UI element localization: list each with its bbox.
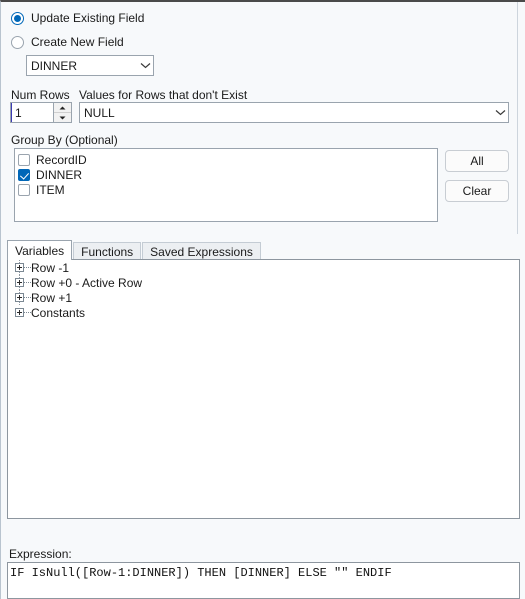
radio-update-existing-field[interactable]: Update Existing Field [11, 11, 144, 25]
plus-box-icon[interactable] [15, 308, 24, 317]
tab-saved-expressions[interactable]: Saved Expressions [142, 242, 261, 260]
values-missing-combo[interactable]: NULL [79, 102, 509, 123]
field-select-combo[interactable]: DINNER [26, 55, 154, 76]
expression-label: Expression: [9, 547, 72, 561]
clear-selection-button[interactable]: Clear [445, 180, 509, 202]
list-item-label: DINNER [36, 167, 83, 182]
tree-node-label: Row +1 [31, 290, 73, 305]
tree-node-label: Row -1 [31, 260, 70, 275]
multi-row-formula-config-panel: Update Existing Field Create New Field D… [0, 0, 525, 599]
values-missing-label: Values for Rows that don't Exist [79, 88, 248, 102]
list-item[interactable]: RecordID [18, 152, 437, 167]
radio-create-new-label: Create New Field [31, 35, 124, 49]
tree-dash [24, 311, 31, 314]
field-select-value: DINNER [31, 58, 78, 73]
expression-text: IF IsNull([Row-1:DINNER]) THEN [DINNER] … [10, 566, 392, 580]
tree-node-label: Row +0 - Active Row [31, 275, 143, 290]
tab-variables[interactable]: Variables [7, 240, 73, 260]
checkbox-item[interactable] [18, 183, 30, 196]
group-by-label: Group By (Optional) [11, 133, 118, 147]
select-all-button[interactable]: All [445, 150, 509, 172]
tab-functions[interactable]: Functions [73, 242, 142, 260]
list-item-label: RecordID [36, 152, 87, 167]
tree-node-row-zero-active[interactable]: Row +0 - Active Row [8, 275, 519, 290]
variables-tree-panel[interactable]: Row -1 Row +0 - Active Row Row +1 Consta… [7, 259, 520, 519]
chevron-down-icon[interactable] [137, 56, 153, 75]
tree-dash [24, 296, 31, 299]
list-item-label: ITEM [36, 182, 65, 197]
group-by-listbox[interactable]: RecordID DINNER ITEM [14, 148, 438, 222]
checkbox-dinner[interactable] [18, 168, 30, 181]
plus-box-icon[interactable] [15, 293, 24, 302]
num-rows-value[interactable]: 1 [11, 103, 53, 122]
list-item[interactable]: DINNER [18, 167, 437, 182]
num-rows-stepper[interactable]: 1 [10, 102, 72, 123]
panel-divider [517, 2, 518, 234]
caret-up-icon[interactable] [54, 103, 71, 113]
tree-node-row-plus-1[interactable]: Row +1 [8, 290, 519, 305]
num-rows-label: Num Rows [11, 88, 70, 102]
caret-down-icon[interactable] [54, 113, 71, 122]
tree-node-row-minus-1[interactable]: Row -1 [8, 260, 519, 275]
tree-node-constants[interactable]: Constants [8, 305, 519, 320]
tab-strip: Variables Functions Saved Expressions [7, 240, 262, 260]
tree-node-label: Constants [31, 305, 86, 320]
num-rows-buttons [53, 103, 71, 122]
plus-box-icon[interactable] [15, 263, 24, 272]
radio-create-new-field[interactable]: Create New Field [11, 35, 124, 49]
tree-dash [24, 281, 31, 284]
radio-update-existing-label: Update Existing Field [31, 11, 145, 25]
values-missing-value: NULL [84, 105, 115, 120]
tree-dash [24, 266, 31, 269]
list-item[interactable]: ITEM [18, 182, 437, 197]
expression-input[interactable]: IF IsNull([Row-1:DINNER]) THEN [DINNER] … [7, 562, 520, 599]
radio-update-existing-indicator[interactable] [11, 11, 24, 25]
chevron-down-icon[interactable] [492, 103, 508, 122]
checkbox-recordid[interactable] [18, 153, 30, 166]
radio-create-new-indicator[interactable] [11, 35, 24, 49]
plus-box-icon[interactable] [15, 278, 24, 287]
